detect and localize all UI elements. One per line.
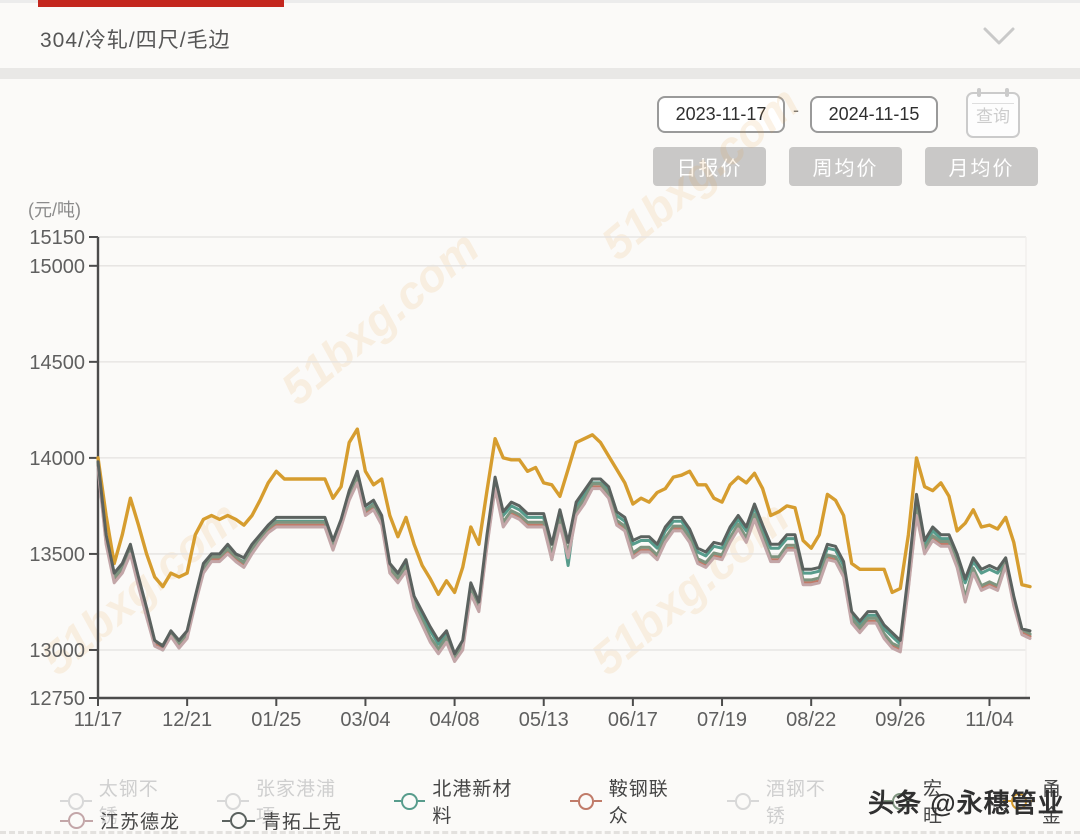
x-tick-label: 06/17: [608, 709, 658, 731]
chart-legend-row-2: 江苏德龙 青拓上克: [60, 807, 342, 834]
price-chart: 51bxg.com51bxg.com51bxg.com51bxg.com1515…: [0, 0, 1080, 840]
legend-item-酒钢不锈[interactable]: 酒钢不锈: [727, 774, 842, 828]
x-tick-label: 07/19: [697, 709, 747, 731]
y-tick-label: 14500: [29, 352, 85, 374]
x-tick-label: 12/21: [162, 709, 212, 731]
series-line-宏旺: [98, 463, 1030, 657]
series-line-甬金: [98, 429, 1030, 594]
x-tick-label: 08/22: [786, 709, 836, 731]
legend-marker-line: [247, 820, 255, 822]
legend-marker-line: [60, 820, 68, 822]
legend-item-鞍钢联众[interactable]: 鞍钢联众: [570, 774, 685, 828]
legend-marker-line: [394, 800, 402, 802]
legend-item-北港新材料[interactable]: 北港新材料: [394, 774, 528, 828]
legend-marker-line: [85, 820, 93, 822]
legend-marker-line: [60, 800, 68, 802]
legend-marker-circle-icon: [230, 812, 247, 829]
legend-marker-line: [217, 800, 225, 802]
x-tick-label: 05/13: [519, 709, 569, 731]
bottom-divider: [0, 831, 1080, 834]
legend-marker-line: [222, 820, 230, 822]
legend-marker-circle-icon: [578, 793, 594, 810]
y-tick-label: 13000: [29, 640, 85, 662]
legend-marker-line: [751, 800, 759, 802]
legend-item-青拓上克[interactable]: 青拓上克: [222, 807, 342, 834]
x-tick-label: 09/26: [875, 709, 925, 731]
legend-marker-circle-icon: [735, 793, 751, 810]
legend-marker-line: [570, 800, 578, 802]
legend-marker-line: [418, 800, 426, 802]
legend-marker-circle-icon: [401, 793, 417, 810]
legend-marker-circle-icon: [68, 812, 85, 829]
legend-label: 北港新材料: [432, 774, 528, 828]
legend-label: 酒钢不锈: [766, 774, 842, 828]
toutiao-watermark: 头条 @永穗管业: [868, 783, 1078, 820]
site-watermark: 51bxg.com: [271, 221, 489, 415]
x-tick-label: 01/25: [251, 709, 301, 731]
x-tick-label: 03/04: [340, 709, 390, 731]
x-tick-label: 11/04: [965, 709, 1014, 731]
y-tick-label: 13500: [29, 544, 85, 566]
y-tick-label: 12750: [29, 688, 85, 710]
legend-marker-line: [727, 800, 735, 802]
legend-marker-line: [594, 800, 602, 802]
y-tick-label: 15000: [29, 256, 85, 278]
legend-marker-line: [241, 800, 249, 802]
x-tick-label: 11/17: [74, 709, 123, 731]
legend-label: 江苏德龙: [100, 807, 180, 834]
y-tick-label: 14000: [29, 448, 85, 470]
x-tick-label: 04/08: [430, 709, 480, 731]
y-tick-label: 15150: [29, 227, 85, 249]
legend-label: 青拓上克: [262, 807, 342, 834]
legend-marker-line: [84, 800, 92, 802]
legend-label: 鞍钢联众: [609, 774, 685, 828]
legend-item-江苏德龙[interactable]: 江苏德龙: [60, 807, 180, 834]
site-watermark: 51bxg.com: [591, 76, 809, 270]
